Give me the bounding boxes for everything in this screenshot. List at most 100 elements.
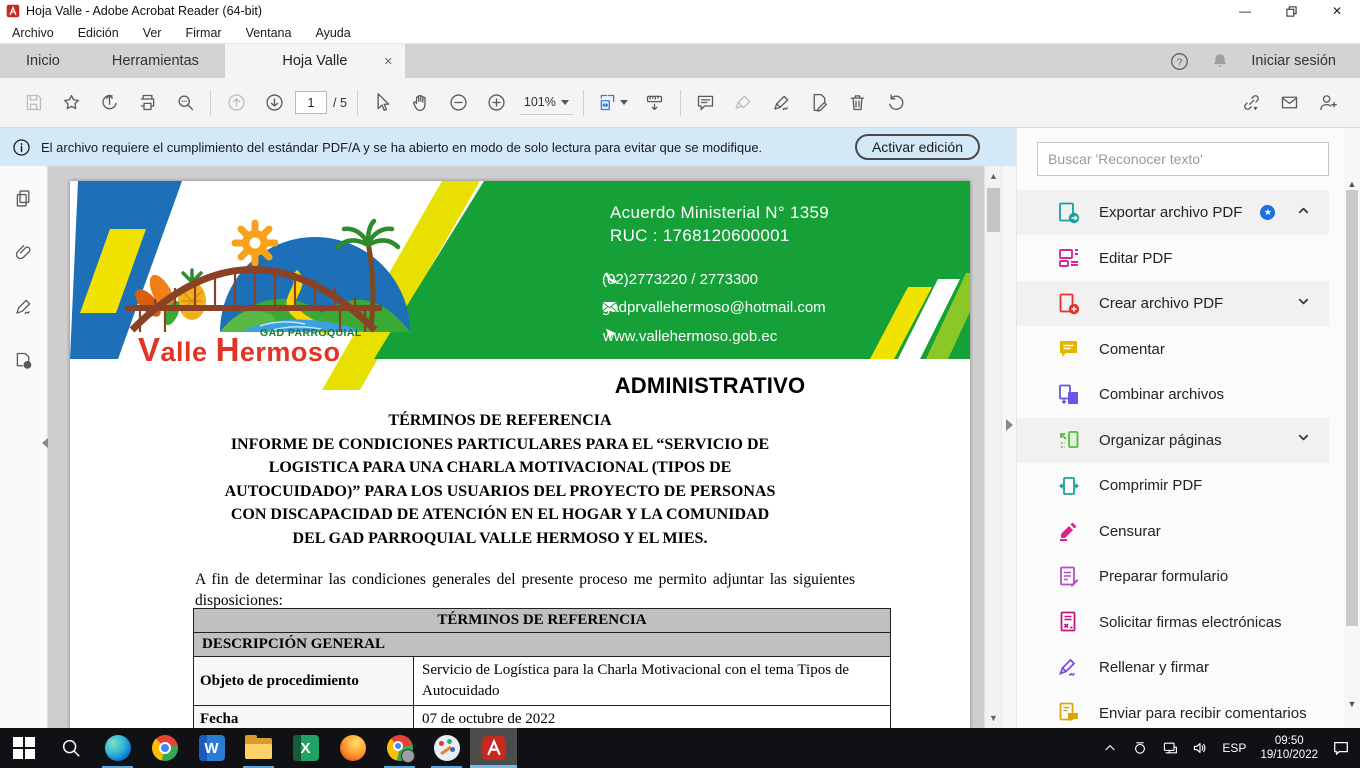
chevron-up-icon[interactable] xyxy=(1296,203,1311,223)
sign-pen-button[interactable] xyxy=(763,86,801,120)
taskbar-chrome-button[interactable] xyxy=(141,728,188,768)
previous-page-button[interactable] xyxy=(217,86,255,120)
attachments-button[interactable] xyxy=(10,238,38,266)
start-button[interactable] xyxy=(0,728,47,768)
taskbar-acrobat-button[interactable] xyxy=(470,728,517,768)
panel-item-combine[interactable]: Combinar archivos xyxy=(1017,372,1329,417)
section-label: ADMINISTRATIVO xyxy=(540,373,880,399)
save-button[interactable] xyxy=(14,86,52,120)
scroll-down-icon[interactable]: ▼ xyxy=(1344,696,1360,712)
network-icon[interactable] xyxy=(1162,740,1178,756)
menu-edicion[interactable]: Edición xyxy=(78,26,119,40)
panel-item-create-pdf[interactable]: Crear archivo PDF xyxy=(1017,281,1329,326)
chevron-down-icon[interactable] xyxy=(1296,430,1311,450)
page-thumbnails-button[interactable] xyxy=(10,184,38,212)
title-line: DEL GAD PARROQUIAL VALLE HERMOSO Y EL MI… xyxy=(155,527,845,551)
firefox-icon xyxy=(340,735,366,761)
signatures-panel-button[interactable] xyxy=(10,292,38,320)
panel-item-export-pdf[interactable]: Exportar archivo PDF ★ xyxy=(1017,190,1329,235)
envelope-icon xyxy=(602,299,617,314)
search-button[interactable] xyxy=(166,86,204,120)
paint-icon xyxy=(434,735,460,761)
page-edit-button[interactable] xyxy=(801,86,839,120)
ruler-measure-button[interactable] xyxy=(636,86,674,120)
panel-item-request-signatures[interactable]: Solicitar firmas electrónicas xyxy=(1017,600,1329,645)
panel-item-label: Comprimir PDF xyxy=(1099,477,1202,494)
refresh-button[interactable] xyxy=(877,86,915,120)
activar-edicion-button[interactable]: Activar edición xyxy=(855,134,980,160)
word-icon: W xyxy=(199,735,225,761)
fit-width-button[interactable] xyxy=(590,86,636,120)
panel-item-fill-sign[interactable]: Rellenar y firmar xyxy=(1017,645,1329,690)
menu-ayuda[interactable]: Ayuda xyxy=(315,26,350,40)
taskbar-chrome-profile-button[interactable] xyxy=(376,728,423,768)
comment-button[interactable] xyxy=(687,86,725,120)
menu-ver[interactable]: Ver xyxy=(143,26,162,40)
scrollbar-thumb[interactable] xyxy=(987,188,1000,232)
email-button[interactable] xyxy=(1270,86,1308,120)
taskbar-paint-button[interactable] xyxy=(423,728,470,768)
logo-title: Valle Hermoso xyxy=(138,331,340,369)
zoom-in-button[interactable] xyxy=(478,86,516,120)
action-center-icon[interactable] xyxy=(1332,739,1350,757)
tray-chevron-up-icon[interactable] xyxy=(1102,740,1118,756)
volume-icon[interactable] xyxy=(1192,740,1208,756)
page-number-input[interactable] xyxy=(295,91,327,114)
close-button[interactable]: ✕ xyxy=(1314,0,1360,22)
scroll-up-icon[interactable]: ▲ xyxy=(985,168,1002,184)
zoom-out-button[interactable] xyxy=(440,86,478,120)
menu-ventana[interactable]: Ventana xyxy=(246,26,292,40)
document-scrollbar[interactable]: ▲ ▼ xyxy=(984,166,1001,728)
taskbar-search-button[interactable] xyxy=(47,728,94,768)
edge-icon xyxy=(105,735,131,761)
favorite-star-button[interactable] xyxy=(52,86,90,120)
minimize-button[interactable]: — xyxy=(1222,0,1268,22)
panel-item-organize[interactable]: Organizar páginas xyxy=(1017,418,1329,463)
help-icon[interactable]: ? xyxy=(1170,52,1189,71)
next-page-button[interactable] xyxy=(255,86,293,120)
tab-document[interactable]: Hoja Valle ✕ xyxy=(225,44,405,78)
print-button[interactable] xyxy=(128,86,166,120)
highlight-button[interactable] xyxy=(725,86,763,120)
tools-search-input[interactable] xyxy=(1037,142,1329,176)
page-info-button[interactable] xyxy=(10,346,38,374)
tray-status-icon[interactable] xyxy=(1132,740,1148,756)
scroll-down-icon[interactable]: ▼ xyxy=(985,710,1002,726)
menu-archivo[interactable]: Archivo xyxy=(12,26,54,40)
expand-panel-arrow[interactable] xyxy=(1006,419,1013,431)
tab-close-icon[interactable]: ✕ xyxy=(384,55,393,68)
panel-item-label: Organizar páginas xyxy=(1099,432,1222,449)
panel-item-edit-pdf[interactable]: Editar PDF xyxy=(1017,236,1329,281)
panel-item-prepare-form[interactable]: Preparar formulario xyxy=(1017,554,1329,599)
bell-icon[interactable] xyxy=(1211,52,1229,70)
panel-item-compress[interactable]: Comprimir PDF xyxy=(1017,463,1329,508)
language-indicator[interactable]: ESP xyxy=(1222,741,1246,755)
tools-panel: Exportar archivo PDF ★ Editar PDF Crear … xyxy=(1016,128,1344,728)
document-pane[interactable]: Acuerdo Ministerial N° 1359 RUC : 176812… xyxy=(48,166,984,728)
delete-pages-button[interactable] xyxy=(839,86,877,120)
taskbar-clock[interactable]: 09:50 19/10/2022 xyxy=(1260,734,1318,762)
taskbar-explorer-button[interactable] xyxy=(235,728,282,768)
menu-firmar[interactable]: Firmar xyxy=(185,26,221,40)
taskbar-excel-button[interactable]: X xyxy=(282,728,329,768)
panel-item-comment[interactable]: Comentar xyxy=(1017,327,1329,372)
tab-strip: Inicio Herramientas Hoja Valle ✕ ? Inici… xyxy=(0,44,1360,78)
tab-herramientas[interactable]: Herramientas xyxy=(86,44,225,78)
panel-scrollbar[interactable]: ▲ ▼ xyxy=(1344,128,1360,728)
zoom-level-dropdown[interactable]: 101% xyxy=(520,91,573,115)
share-link-button[interactable] xyxy=(1232,86,1270,120)
taskbar-firefox-button[interactable] xyxy=(329,728,376,768)
panel-item-redact[interactable]: Censurar xyxy=(1017,509,1329,554)
sign-in-button[interactable]: Iniciar sesión xyxy=(1251,53,1336,69)
chevron-down-icon[interactable] xyxy=(1296,294,1311,314)
tab-inicio[interactable]: Inicio xyxy=(0,44,86,78)
select-tool-button[interactable] xyxy=(364,86,402,120)
scrollbar-thumb[interactable] xyxy=(1346,190,1358,626)
share-upload-button[interactable] xyxy=(90,86,128,120)
organize-pages-icon xyxy=(1057,428,1081,452)
sign-in-avatar-button[interactable] xyxy=(1308,86,1346,120)
restore-button[interactable] xyxy=(1268,0,1314,22)
hand-tool-button[interactable] xyxy=(402,86,440,120)
taskbar-edge-button[interactable] xyxy=(94,728,141,768)
taskbar-word-button[interactable]: W xyxy=(188,728,235,768)
